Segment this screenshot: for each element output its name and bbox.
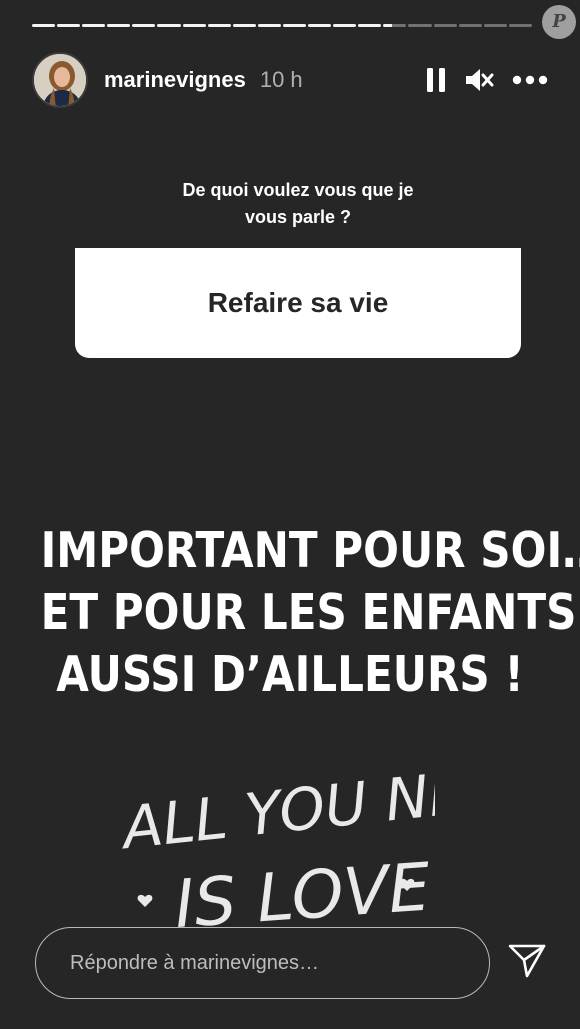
progress-segment xyxy=(82,24,106,27)
question-answer: Refaire sa vie xyxy=(75,248,521,358)
story-controls xyxy=(426,66,548,94)
post-time: 10 h xyxy=(259,67,303,92)
progress-segment xyxy=(308,24,332,27)
all-you-need-is-love-sticker: ALL YOU NEED IS LOVE xyxy=(115,750,550,945)
reply-input[interactable]: Répondre à marinevignes… xyxy=(35,927,490,999)
progress-segment xyxy=(508,24,532,27)
progress-segment xyxy=(57,24,81,27)
progress-segment xyxy=(32,24,56,27)
question-prompt: De quoi voulez vous que je vous parle ? xyxy=(75,160,521,248)
progress-segment xyxy=(182,24,206,27)
progress-segment xyxy=(207,24,231,27)
more-icon[interactable] xyxy=(512,75,548,85)
username[interactable]: marinevignes xyxy=(104,67,246,93)
avatar[interactable] xyxy=(32,52,88,108)
progress-segment xyxy=(107,24,131,27)
question-sticker[interactable]: De quoi voulez vous que je vous parle ? … xyxy=(75,160,521,358)
muted-speaker-icon[interactable] xyxy=(464,66,494,94)
sticker-line: ALL YOU NEED xyxy=(116,765,435,863)
progress-segment xyxy=(232,24,256,27)
watermark-logo: P xyxy=(542,5,576,39)
progress-segment xyxy=(257,24,281,27)
story-header: marinevignes 10 h xyxy=(32,50,548,110)
story-progress-bar xyxy=(32,24,532,27)
progress-segment xyxy=(132,24,156,27)
progress-segment xyxy=(358,24,382,27)
progress-segment xyxy=(408,24,432,27)
progress-segment xyxy=(282,24,307,27)
progress-segment xyxy=(483,24,507,27)
overlay-line: ET POUR LES ENFANTS xyxy=(40,584,577,641)
overlay-line: AUSSI D’AILLEURS ! xyxy=(56,646,524,703)
story-overlay-text: IMPORTANT POUR SOI… ET POUR LES ENFANTS … xyxy=(40,520,580,706)
pause-icon[interactable] xyxy=(426,67,446,93)
send-icon[interactable] xyxy=(507,940,547,980)
progress-segment xyxy=(458,24,482,27)
progress-segment xyxy=(157,24,181,27)
progress-segment xyxy=(333,24,357,27)
progress-segment xyxy=(383,24,407,27)
progress-segment xyxy=(433,24,457,27)
overlay-line: IMPORTANT POUR SOI… xyxy=(40,522,580,579)
